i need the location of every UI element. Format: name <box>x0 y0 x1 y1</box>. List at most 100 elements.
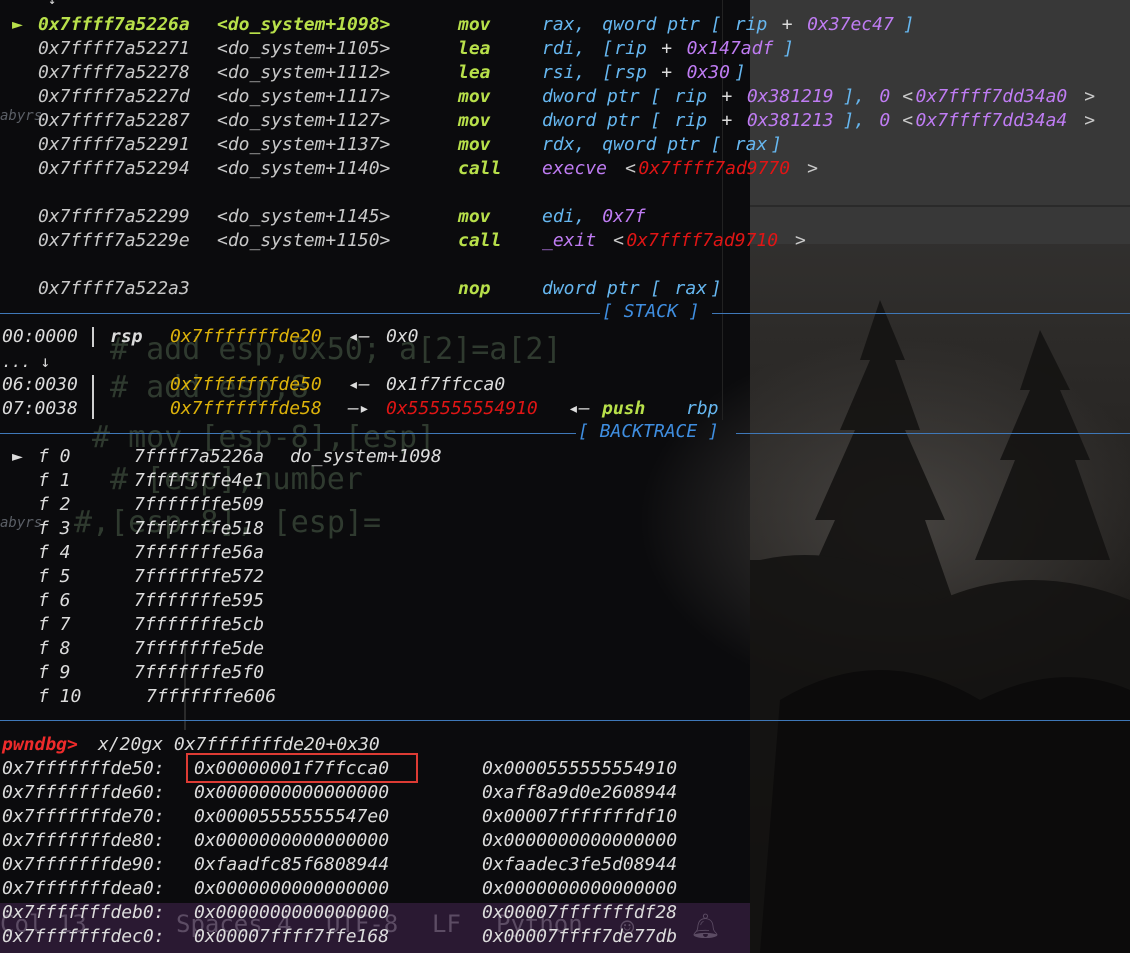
instruction-operand: < <box>891 86 914 107</box>
frame-index: f 0 <box>38 446 71 467</box>
memory-qword: 0x00007ffff7de77db <box>482 926 678 947</box>
frame-address: 7fffffffe572 <box>134 566 265 587</box>
frame-address: 7fffffffe5cb <box>134 614 265 635</box>
stack-arrow: ◂— <box>568 398 590 419</box>
instruction-operand: ] <box>734 62 746 83</box>
stack-value: 0x1f7ffcca0 <box>386 374 506 395</box>
instruction-operand: > <box>1084 110 1096 131</box>
stack-offset: 00:0000 <box>2 326 78 347</box>
instruction-operand: qword ptr [ <box>602 14 722 35</box>
stack-header: [ STACK ] <box>602 301 700 322</box>
frame-symbol: do_system+1098 <box>290 446 442 467</box>
instruction-operand: 0x37ec47 <box>807 14 894 35</box>
instruction-mnemonic: mov <box>458 134 491 155</box>
instruction-operand: edi, <box>542 206 597 227</box>
stack-address: 0x7fffffffde20 <box>170 326 322 347</box>
instruction-operand: + <box>710 86 744 107</box>
instruction-operand: 0x7ffff7ad9770 <box>638 158 791 179</box>
frame-index: f 5 <box>38 566 71 587</box>
instruction-operand: rip <box>614 38 647 59</box>
frame-index: f 1 <box>38 470 71 491</box>
instruction-mnemonic: mov <box>458 206 491 227</box>
instruction-operand: > <box>807 158 818 179</box>
instruction-address: 0x7ffff7a52294 <box>38 158 190 179</box>
instruction-operand: rsi, <box>542 62 597 83</box>
instruction-address: 0x7ffff7a522a3 <box>38 278 190 299</box>
frame-index: f 6 <box>38 590 71 611</box>
instruction-operand: rsp <box>614 62 647 83</box>
instruction-operand: 0x30 <box>686 62 730 83</box>
backtrace-separator-right <box>736 433 1130 434</box>
frame-address: 7ffff7a5226a <box>134 446 265 467</box>
instruction-address: 0x7ffff7a5226a <box>38 14 190 35</box>
instruction-operand: [ <box>602 38 614 59</box>
frame-address: 7fffffffe5de <box>134 638 265 659</box>
backtrace-header: [ BACKTRACE ] <box>578 421 719 442</box>
instruction-symbol: <do_system+1127> <box>217 110 391 131</box>
instruction-operand: rdi, <box>542 38 597 59</box>
memory-qword: 0x0000000000000000 <box>194 902 390 923</box>
memory-qword: 0x0000000000000000 <box>194 782 390 803</box>
instruction-operand: 0x381213 <box>746 110 834 131</box>
stack-value: 0x555555554910 <box>386 398 538 419</box>
stack-separator-left <box>0 313 600 314</box>
instruction-mnemonic: mov <box>458 14 491 35</box>
instruction-mnemonic: mov <box>458 86 491 107</box>
memory-address: 0x7fffffffde60: <box>2 782 165 803</box>
memory-address: 0x7fffffffde50: <box>2 758 165 779</box>
frame-address: 7fffffffe56a <box>134 542 265 563</box>
instruction-symbol: <do_system+1112> <box>217 62 391 83</box>
frame-index: f 8 <box>38 638 71 659</box>
instruction-operand: rip <box>674 86 708 107</box>
instruction-operand: + <box>650 38 683 59</box>
instruction-address: 0x7ffff7a52299 <box>38 206 190 227</box>
stack-operand: rbp <box>686 398 719 419</box>
instruction-operand: ] <box>783 38 794 59</box>
instruction-operand: dword ptr [ <box>542 278 662 299</box>
stack-register: rsp <box>110 326 143 347</box>
frame-index: f 4 <box>38 542 71 563</box>
memory-qword: 0x00007fffffffdf10 <box>482 806 678 827</box>
instruction-operand: rip <box>734 14 768 35</box>
instruction-operand: rax, <box>542 14 597 35</box>
command-line[interactable]: pwndbg> x/20gx 0x7fffffffde20+0x30 <box>0 733 380 757</box>
instruction-symbol: <do_system+1105> <box>217 38 391 59</box>
prompt-label: pwndbg> <box>2 734 78 755</box>
memory-qword: 0xaff8a9d0e2608944 <box>482 782 678 803</box>
memory-qword: 0x0000000000000000 <box>482 830 678 851</box>
memory-address: 0x7fffffffde90: <box>2 854 165 875</box>
stack-arrow: —▸ <box>348 398 370 419</box>
frame-address: 7fffffffe509 <box>134 494 265 515</box>
instruction-operand: _exit <box>542 230 597 251</box>
instruction-address: 0x7ffff7a52291 <box>38 134 190 155</box>
frame-address: 7fffffffe5f0 <box>134 662 265 683</box>
instruction-operand: > <box>795 230 806 251</box>
instruction-mnemonic: nop <box>458 278 491 299</box>
instruction-operand: ] <box>770 134 782 155</box>
instruction-operand: + <box>650 62 683 83</box>
frame-index: f 10 <box>38 686 82 707</box>
instruction-operand: 0x7f <box>602 206 646 227</box>
instruction-symbol: <do_system+1117> <box>217 86 391 107</box>
stack-value: 0x0 <box>386 326 419 347</box>
pwndbg-terminal[interactable]: ↓ ► 0x7ffff7a5226a <do_system+1098> mov rax,… <box>0 0 1130 953</box>
stack-divider <box>92 375 94 419</box>
instruction-operand: 0x381219 <box>746 86 834 107</box>
instruction-symbol: <do_system+1140> <box>217 158 391 179</box>
memory-qword: 0xfaadfc85f6808944 <box>194 854 390 875</box>
memory-qword: 0xfaadec3fe5d08944 <box>482 854 678 875</box>
instruction-operand: < <box>602 230 624 251</box>
memory-qword: 0x00007fffffffdf28 <box>482 902 678 923</box>
frame-index: f 2 <box>38 494 71 515</box>
frame-address: 7fffffffe595 <box>134 590 265 611</box>
memory-qword: 0x00007ffff7ffe168 <box>194 926 390 947</box>
instruction-mnemonic: lea <box>458 62 491 83</box>
instruction-operand: ], <box>843 86 876 107</box>
current-instruction-marker: ► <box>12 14 23 35</box>
instruction-operand: ], <box>843 110 876 131</box>
stack-arrow: ◂— <box>348 326 370 347</box>
backtrace-separator-left <box>0 433 576 434</box>
instruction-operand: rax <box>734 134 768 155</box>
instruction-operand: < <box>891 110 914 131</box>
memory-address: 0x7fffffffdea0: <box>2 878 165 899</box>
